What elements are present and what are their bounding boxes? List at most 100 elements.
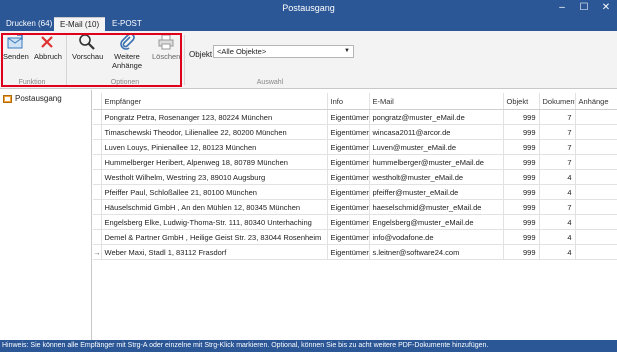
cell-objekt: 999 <box>503 229 540 245</box>
cell-dokument: 4 <box>539 244 576 260</box>
cell-info: Eigentümer <box>327 109 370 125</box>
objekt-select[interactable]: <Alle Objekte> ▼ <box>213 45 354 58</box>
cell-anhaenge <box>575 169 617 185</box>
cell-objekt: 999 <box>503 244 540 260</box>
cell-info: Eigentümer <box>327 169 370 185</box>
cell-objekt: 999 <box>503 139 540 155</box>
cell-email: pfeiffer@muster_eMail.de <box>369 184 504 200</box>
row-header[interactable] <box>93 229 102 245</box>
table-row[interactable]: Pongratz Petra, Rosenanger 123, 80224 Mü… <box>93 109 617 125</box>
cell-empfaenger: Demel & Partner GmbH , Heilige Geist Str… <box>101 229 328 245</box>
table-row[interactable]: Pfeiffer Paul, Schloßallee 21, 80100 Mün… <box>93 184 617 200</box>
table-row[interactable]: Demel & Partner GmbH , Heilige Geist Str… <box>93 229 617 245</box>
cell-email: pongratz@muster_eMail.de <box>369 109 504 125</box>
column-header-anhaenge[interactable]: Anhänge <box>575 93 617 110</box>
objekt-label: Objekt <box>189 50 213 59</box>
row-header[interactable] <box>93 124 102 140</box>
row-header[interactable] <box>93 154 102 170</box>
close-window-icon[interactable]: ✕ <box>595 0 617 17</box>
cell-dokument: 4 <box>539 229 576 245</box>
window-title: Postausgang <box>282 3 335 13</box>
cell-email: hummelberger@muster_eMail.de <box>369 154 504 170</box>
cell-info: Eigentümer <box>327 244 370 260</box>
cell-info: Eigentümer <box>327 229 370 245</box>
cell-email: Engelsberg@muster_eMail.de <box>369 214 504 230</box>
cell-objekt: 999 <box>503 214 540 230</box>
row-header[interactable] <box>93 169 102 185</box>
cell-info: Eigentümer <box>327 184 370 200</box>
minimize-icon[interactable]: – <box>551 0 573 17</box>
cell-objekt: 999 <box>503 199 540 215</box>
cell-dokument: 7 <box>539 109 576 125</box>
cell-empfaenger: Häuselschmid GmbH , An den Mühlen 12, 80… <box>101 199 328 215</box>
cell-empfaenger: Timaschewski Theodor, Lilienallee 22, 80… <box>101 124 328 140</box>
cell-objekt: 999 <box>503 184 540 200</box>
maximize-icon[interactable]: ☐ <box>573 0 595 17</box>
cell-email: info@vodafone.de <box>369 229 504 245</box>
status-bar: Hinweis: Sie können alle Empfänger mit S… <box>0 340 617 352</box>
cell-email: haeselschmid@muster_eMail.de <box>369 199 504 215</box>
cell-dokument: 7 <box>539 199 576 215</box>
cell-empfaenger: Luven Louys, Pinienallee 12, 80123 Münch… <box>101 139 328 155</box>
table-row[interactable]: Häuselschmid GmbH , An den Mühlen 12, 80… <box>93 199 617 215</box>
table-row[interactable]: Westholt Wilhelm, Westring 23, 89010 Aug… <box>93 169 617 185</box>
cell-anhaenge <box>575 109 617 125</box>
cell-dokument: 4 <box>539 169 576 185</box>
cell-anhaenge <box>575 229 617 245</box>
tab-email[interactable]: E-Mail (10) <box>54 17 106 31</box>
cell-email: Luven@muster_eMail.de <box>369 139 504 155</box>
row-header[interactable] <box>93 184 102 200</box>
cell-info: Eigentümer <box>327 154 370 170</box>
cell-empfaenger: Hummelberger Heribert, Alpenweg 18, 8078… <box>101 154 328 170</box>
tab-bar: Drucken (64) E-Mail (10) E-POST <box>0 17 617 31</box>
cell-objekt: 999 <box>503 124 540 140</box>
cell-dokument: 4 <box>539 214 576 230</box>
tree-item-postausgang[interactable]: Postausgang <box>3 94 62 103</box>
recipient-grid: Empfänger Info E-Mail Objekt Dokument An… <box>93 93 617 340</box>
cell-objekt: 999 <box>503 109 540 125</box>
ribbon-separator <box>184 35 185 85</box>
cell-objekt: 999 <box>503 154 540 170</box>
cell-anhaenge <box>575 199 617 215</box>
cell-info: Eigentümer <box>327 139 370 155</box>
cell-empfaenger: Engelsberg Elke, Ludwig-Thoma-Str. 111, … <box>101 214 328 230</box>
cell-email: wincasa2011@arcor.de <box>369 124 504 140</box>
cell-objekt: 999 <box>503 169 540 185</box>
row-header[interactable] <box>93 214 102 230</box>
objekt-select-value: <Alle Objekte> <box>217 47 267 56</box>
cell-empfaenger: Westholt Wilhelm, Westring 23, 89010 Aug… <box>101 169 328 185</box>
cell-dokument: 7 <box>539 139 576 155</box>
tab-drucken[interactable]: Drucken (64) <box>0 17 58 31</box>
cell-anhaenge <box>575 139 617 155</box>
cell-empfaenger: Weber Maxi, Stadl 1, 83112 Frasdorf <box>101 244 328 260</box>
table-row[interactable]: Luven Louys, Pinienallee 12, 80123 Münch… <box>93 139 617 155</box>
cell-anhaenge <box>575 244 617 260</box>
row-header[interactable] <box>93 109 102 125</box>
cell-anhaenge <box>575 124 617 140</box>
tree-item-label: Postausgang <box>15 94 62 103</box>
row-header[interactable] <box>93 139 102 155</box>
highlight-frame <box>1 33 182 87</box>
chevron-down-icon: ▼ <box>344 48 350 54</box>
column-header-email[interactable]: E-Mail <box>369 93 504 110</box>
row-header-corner <box>93 93 102 110</box>
cell-dokument: 7 <box>539 124 576 140</box>
tab-epost[interactable]: E-POST <box>106 17 148 31</box>
cell-info: Eigentümer <box>327 214 370 230</box>
row-header[interactable] <box>93 199 102 215</box>
column-header-objekt[interactable]: Objekt <box>503 93 540 110</box>
column-header-dokument[interactable]: Dokument <box>539 93 576 110</box>
row-header[interactable]: → <box>93 244 102 260</box>
cell-email: westholt@muster_eMail.de <box>369 169 504 185</box>
folder-icon <box>3 95 12 103</box>
column-header-empfaenger[interactable]: Empfänger <box>101 93 328 110</box>
table-row[interactable]: Timaschewski Theodor, Lilienallee 22, 80… <box>93 124 617 140</box>
table-row[interactable]: → Weber Maxi, Stadl 1, 83112 Frasdorf Eige… <box>93 244 617 260</box>
cell-info: Eigentümer <box>327 199 370 215</box>
column-header-info[interactable]: Info <box>327 93 370 110</box>
table-row[interactable]: Hummelberger Heribert, Alpenweg 18, 8078… <box>93 154 617 170</box>
group-auswahl-label: Auswahl <box>256 79 284 86</box>
table-row[interactable]: Engelsberg Elke, Ludwig-Thoma-Str. 111, … <box>93 214 617 230</box>
cell-email: s.leitner@software24.com <box>369 244 504 260</box>
cell-empfaenger: Pongratz Petra, Rosenanger 123, 80224 Mü… <box>101 109 328 125</box>
